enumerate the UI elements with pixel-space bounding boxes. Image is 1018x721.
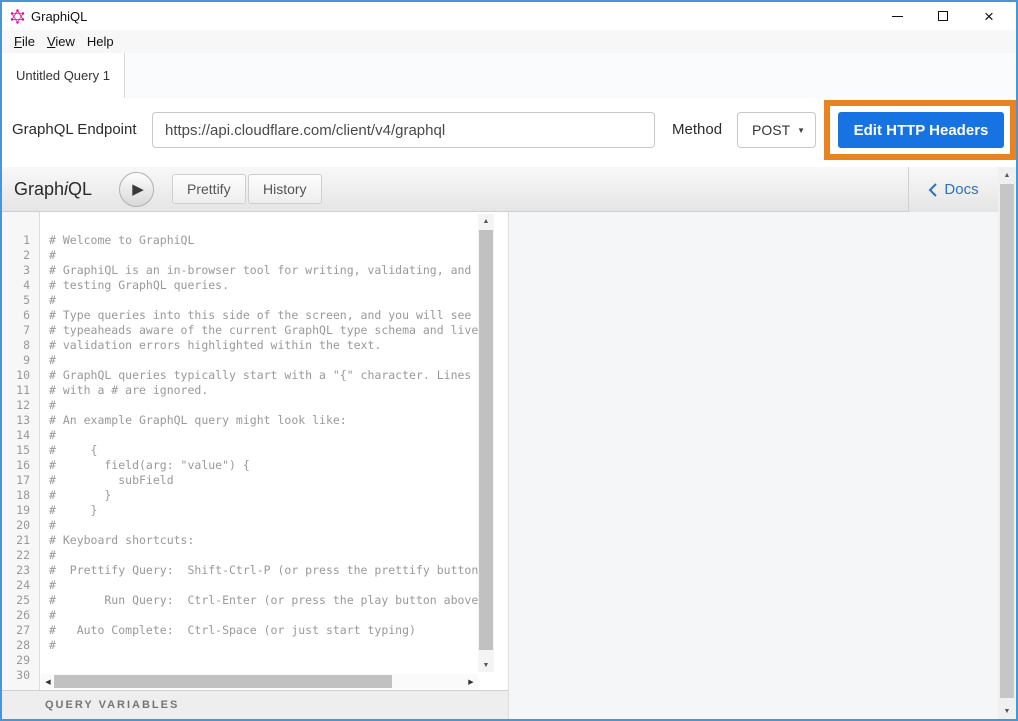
- edit-http-headers-button[interactable]: Edit HTTP Headers: [838, 112, 1004, 148]
- graphiql-logo: GraphiQL: [14, 167, 92, 212]
- maximize-icon: [938, 11, 948, 21]
- result-pane: [508, 212, 998, 719]
- maximize-button[interactable]: [920, 2, 966, 30]
- editor-horizontal-scrollbar[interactable]: ◀ ▶: [41, 674, 478, 689]
- docs-section: Docs: [908, 167, 998, 212]
- close-icon: ×: [984, 8, 994, 25]
- caret-down-icon: ▼: [797, 126, 805, 135]
- main-area: 1234567891011121314151617181920212223242…: [2, 212, 1016, 719]
- scroll-left-icon[interactable]: ◀: [41, 674, 55, 689]
- window-title: GraphiQL: [31, 9, 87, 24]
- close-button[interactable]: ×: [966, 2, 1012, 30]
- prettify-button[interactable]: Prettify: [172, 174, 246, 204]
- logo-part-graph: Graph: [14, 179, 64, 199]
- menu-view-rest: iew: [55, 34, 75, 49]
- endpoint-bar: GraphQL Endpoint Method POST ▼ Edit HTTP…: [2, 98, 1016, 167]
- editor-gutter: 1234567891011121314151617181920212223242…: [2, 212, 40, 690]
- minimize-button[interactable]: [874, 2, 920, 30]
- chevron-left-icon: [928, 183, 938, 197]
- graphql-logo-icon: [10, 9, 25, 24]
- menu-item-help[interactable]: Help: [81, 32, 120, 51]
- method-select[interactable]: POST ▼: [737, 112, 816, 148]
- menu-file-rest: ile: [22, 34, 35, 49]
- page-scroll-down-icon[interactable]: ▼: [998, 704, 1016, 718]
- menu-item-file[interactable]: File: [8, 32, 41, 51]
- menu-file-accel: F: [14, 34, 22, 49]
- tab-untitled-query-1[interactable]: Untitled Query 1: [2, 53, 125, 98]
- endpoint-input[interactable]: [152, 112, 655, 148]
- execute-query-button[interactable]: ▶: [119, 172, 154, 207]
- editor-vertical-scrollbar[interactable]: ▲ ▼: [478, 214, 494, 672]
- scroll-down-icon[interactable]: ▼: [478, 658, 494, 672]
- scroll-right-icon[interactable]: ▶: [464, 674, 478, 689]
- method-selected-value: POST: [752, 122, 797, 138]
- editor-hscroll-thumb[interactable]: [54, 675, 392, 688]
- page-scroll-up-icon[interactable]: ▲: [998, 168, 1016, 182]
- logo-part-ql: QL: [68, 179, 92, 199]
- title-bar: GraphiQL ×: [2, 2, 1016, 30]
- docs-toggle-button[interactable]: Docs: [928, 181, 978, 198]
- menu-bar: File View Help: [2, 30, 1016, 53]
- menu-item-view[interactable]: View: [41, 32, 81, 51]
- play-icon: ▶: [129, 182, 144, 197]
- scroll-up-icon[interactable]: ▲: [478, 214, 494, 228]
- menu-help-rest: Help: [87, 34, 114, 49]
- query-editor[interactable]: # Welcome to GraphiQL## GraphiQL is an i…: [41, 212, 478, 674]
- page-vscroll-thumb[interactable]: [1000, 184, 1014, 698]
- editor-vscroll-thumb[interactable]: [479, 230, 493, 650]
- app-window: GraphiQL × File View Help Untitled Query…: [0, 0, 1018, 721]
- page-vertical-scrollbar[interactable]: ▲ ▼: [998, 167, 1016, 719]
- tab-bar: Untitled Query 1: [2, 53, 1016, 98]
- history-button[interactable]: History: [248, 174, 322, 204]
- window-controls: ×: [874, 2, 1012, 30]
- graphiql-toolbar: GraphiQL ▶ Prettify History Docs: [2, 167, 998, 212]
- query-variables-panel: QUERY VARIABLES: [2, 690, 508, 719]
- minimize-icon: [892, 16, 903, 17]
- method-label: Method: [672, 112, 722, 148]
- query-variables-title[interactable]: QUERY VARIABLES: [45, 699, 179, 711]
- endpoint-label: GraphQL Endpoint: [12, 112, 137, 148]
- docs-label: Docs: [944, 181, 978, 198]
